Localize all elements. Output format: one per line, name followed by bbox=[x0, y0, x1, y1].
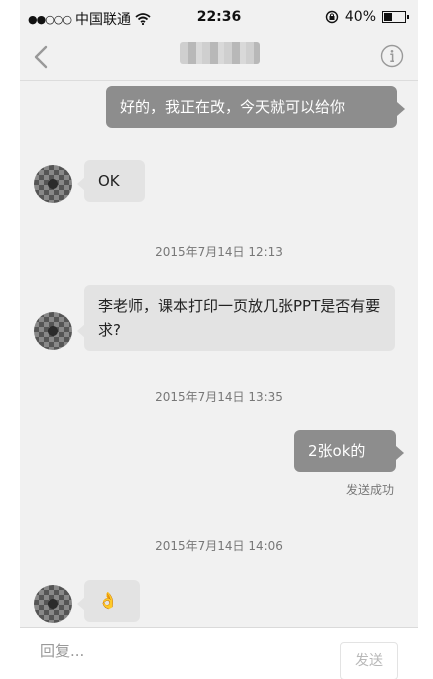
battery-icon bbox=[382, 11, 409, 23]
message-timestamp: 2015年7月14日 13:35 bbox=[155, 390, 283, 404]
composer-bar: 回复... 发送 bbox=[20, 627, 418, 679]
reply-input[interactable]: 回复... bbox=[40, 640, 84, 661]
avatar[interactable] bbox=[34, 312, 72, 350]
message-bubble-outgoing[interactable]: 好的，我正在改，今天就可以给你 bbox=[106, 86, 397, 128]
message-bubble-incoming[interactable]: 李老师，课本打印一页放几张PPT是否有要求? bbox=[84, 285, 395, 351]
message-bubble-incoming[interactable]: 👌 bbox=[84, 580, 140, 622]
message-timestamp: 2015年7月14日 12:13 bbox=[155, 245, 283, 259]
battery-group: 40% bbox=[325, 9, 409, 25]
send-button[interactable]: 发送 bbox=[340, 642, 398, 679]
bubble-tail bbox=[397, 102, 405, 116]
avatar[interactable] bbox=[34, 165, 72, 203]
bubble-tail bbox=[396, 446, 404, 460]
message-timestamp: 2015年7月14日 14:06 bbox=[155, 539, 283, 553]
nav-bar: ■·■·■ bbox=[20, 34, 418, 81]
contact-name: ■·■·■ bbox=[180, 42, 260, 64]
info-icon[interactable] bbox=[380, 44, 404, 68]
rotation-lock-icon bbox=[325, 10, 339, 24]
back-chevron-icon[interactable] bbox=[30, 44, 56, 70]
chat-screen: ●●○○○ 中国联通 22:36 40% ■·■·■ bbox=[20, 0, 418, 679]
battery-percent: 40% bbox=[344, 9, 376, 25]
status-bar: ●●○○○ 中国联通 22:36 40% bbox=[20, 0, 418, 34]
message-bubble-outgoing[interactable]: 2张ok的 bbox=[294, 430, 396, 472]
avatar[interactable] bbox=[34, 585, 72, 623]
delivery-status: 发送成功 bbox=[345, 483, 394, 497]
message-bubble-incoming[interactable]: OK bbox=[84, 160, 145, 202]
